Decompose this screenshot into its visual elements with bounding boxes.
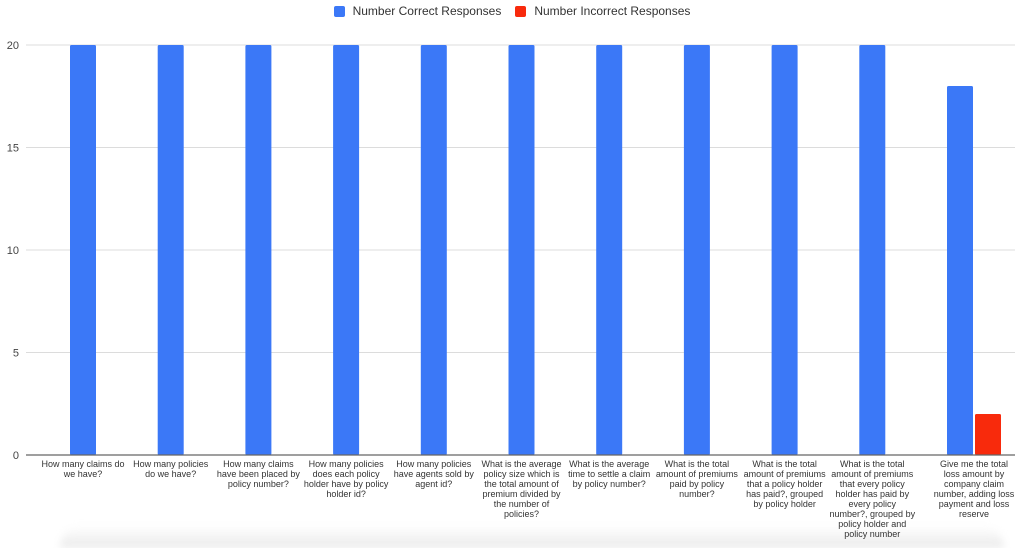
bar-correct[interactable] xyxy=(70,45,96,455)
y-tick-label: 20 xyxy=(7,40,19,52)
bar-correct[interactable] xyxy=(771,45,798,455)
x-tick-label: How many claims do we have? xyxy=(41,459,125,479)
bar-correct[interactable] xyxy=(859,45,886,455)
x-tick-label: What is the total amount of premiums tha… xyxy=(743,459,826,509)
x-tick-label: How many policies do we have? xyxy=(133,459,209,479)
x-tick-label: How many claims have been placed by poli… xyxy=(216,459,300,489)
y-tick-label: 15 xyxy=(7,143,19,155)
bar-correct[interactable] xyxy=(596,45,623,455)
bar-correct[interactable] xyxy=(947,86,973,455)
y-tick-label: 5 xyxy=(13,348,19,360)
x-tick-label: Give me the total loss amount by company… xyxy=(933,459,1015,519)
bar-correct[interactable] xyxy=(683,45,710,455)
bar-correct[interactable] xyxy=(508,45,535,455)
bar-correct[interactable] xyxy=(420,45,447,455)
x-tick-label: What is the total amount of premiums tha… xyxy=(829,459,916,539)
x-tick-label: How many policies does each policy holde… xyxy=(303,459,389,499)
x-tick-label: How many policies have agents sold by ag… xyxy=(393,459,474,489)
x-tick-label: What is the average time to settle a cla… xyxy=(568,459,651,489)
bar-correct[interactable] xyxy=(245,45,272,455)
bar-correct[interactable] xyxy=(333,45,360,455)
x-tick-label: What is the total amount of premiums pai… xyxy=(655,459,738,499)
x-tick-label: What is the average policy size which is… xyxy=(481,459,562,519)
bar-correct[interactable] xyxy=(157,45,184,455)
y-tick-label: 10 xyxy=(7,245,19,257)
y-tick-label: 0 xyxy=(13,450,19,462)
bar-incorrect[interactable] xyxy=(975,414,1001,455)
